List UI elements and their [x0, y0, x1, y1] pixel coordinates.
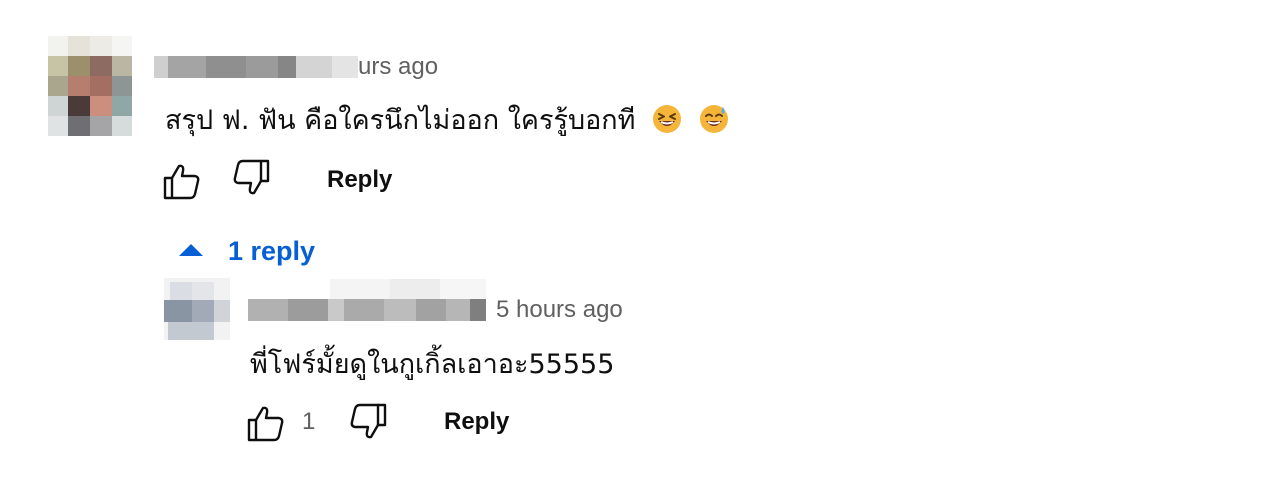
- grinning-squinting-face-icon: [653, 105, 682, 133]
- like-button[interactable]: [162, 161, 202, 201]
- thumbs-down-icon: [233, 159, 270, 195]
- thumbs-up-icon: [247, 406, 284, 442]
- grinning-face-with-sweat-icon: [699, 105, 728, 133]
- comment-thread: urs ago สรุป ฟ. ฟัน คือใครนึกไม่ออก ใครร…: [0, 0, 1280, 490]
- comment-timestamp[interactable]: urs ago: [358, 53, 438, 81]
- reply-avatar[interactable]: [164, 278, 230, 340]
- reply-text: พี่โฟร์มั้ยดูในกูเกิ้ลเอาอะ55555: [250, 349, 615, 380]
- reply-reply-button[interactable]: Reply: [444, 408, 509, 436]
- replies-toggle[interactable]: 1 reply: [178, 236, 315, 267]
- reply-like-button[interactable]: [246, 403, 286, 443]
- reply-author-name-redacted[interactable]: [248, 299, 486, 321]
- reply-like-count: 1: [302, 408, 316, 435]
- avatar[interactable]: [48, 36, 132, 136]
- thumbs-down-icon: [350, 403, 387, 439]
- reply-timestamp[interactable]: 5 hours ago: [496, 296, 623, 324]
- dislike-button[interactable]: [231, 158, 271, 198]
- reply-dislike-button[interactable]: [348, 402, 388, 442]
- thumbs-up-icon: [163, 164, 200, 200]
- author-name-redacted[interactable]: [154, 56, 358, 78]
- replies-toggle-label: 1 reply: [228, 236, 316, 266]
- caret-up-icon: [179, 244, 203, 256]
- reply-author-name-overflow: [330, 279, 486, 299]
- comment-text-content: สรุป ฟ. ฟัน คือใครนึกไม่ออก ใครรู้บอกที: [165, 105, 636, 136]
- comment-text: สรุป ฟ. ฟัน คือใครนึกไม่ออก ใครรู้บอกที: [165, 98, 729, 141]
- reply-button[interactable]: Reply: [327, 166, 392, 194]
